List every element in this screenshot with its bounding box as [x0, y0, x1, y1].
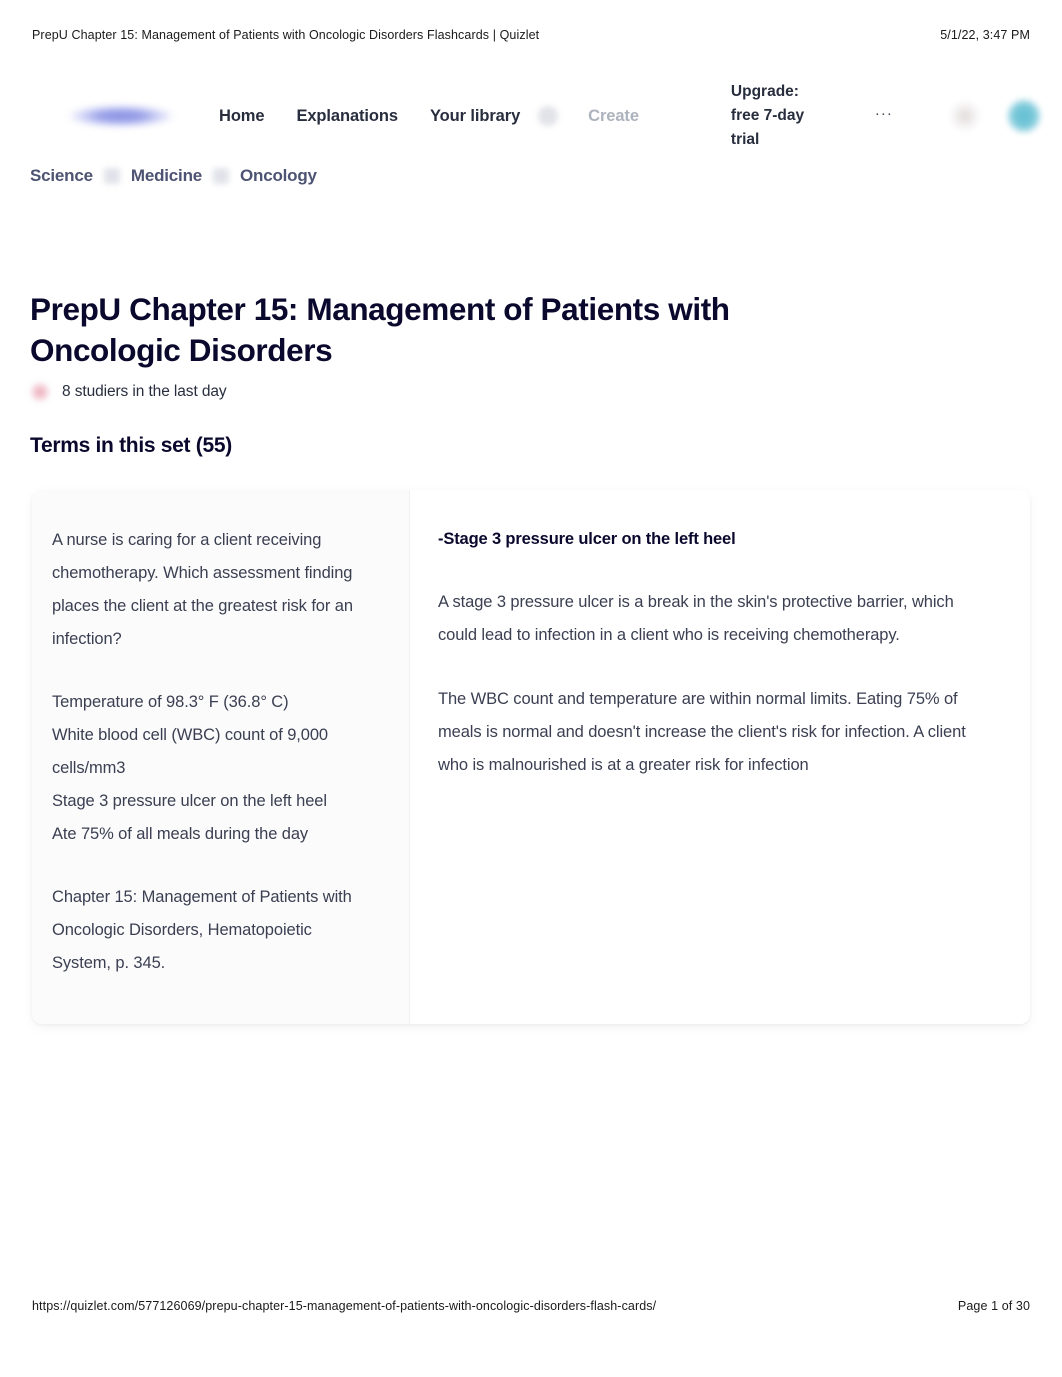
print-footer-url: https://quizlet.com/577126069/prepu-chap… — [32, 1299, 657, 1313]
nav-item-explanations[interactable]: Explanations — [280, 107, 414, 126]
print-header: PrepU Chapter 15: Management of Patients… — [32, 28, 1030, 42]
chevron-down-icon[interactable] — [538, 106, 559, 126]
upgrade-button[interactable]: Upgrade: free 7-day trial — [731, 80, 813, 153]
breadcrumb-item-science[interactable]: Science — [30, 166, 93, 186]
flashcard-definition-side[interactable]: -Stage 3 pressure ulcer on the left heel… — [410, 490, 1030, 1024]
avatar[interactable] — [1006, 99, 1041, 133]
page-title: PrepU Chapter 15: Management of Patients… — [30, 291, 730, 369]
studiers-info: 8 studiers in the last day — [30, 382, 227, 402]
breadcrumb-item-oncology[interactable]: Oncology — [240, 166, 317, 186]
breadcrumb-separator-icon — [213, 168, 230, 184]
definition-distractor-explanation: The WBC count and temperature are within… — [438, 690, 966, 775]
studiers-label: 8 studiers in the last day — [62, 383, 227, 400]
breadcrumb-item-medicine[interactable]: Medicine — [131, 166, 202, 186]
print-footer-page: Page 1 of 30 — [957, 1299, 1030, 1313]
term-options: Temperature of 98.3° F (36.8° C) White b… — [52, 693, 329, 843]
nav-item-create[interactable]: Create — [572, 107, 655, 126]
breadcrumb: Science Medicine Oncology — [30, 166, 317, 186]
flashcard-row[interactable]: A nurse is caring for a client receiving… — [32, 490, 1030, 1024]
term-reference: Chapter 15: Management of Patients with … — [52, 888, 352, 972]
nav-item-your-library[interactable]: Your library — [414, 107, 536, 126]
studiers-icon — [30, 382, 50, 402]
definition-answer-title: -Stage 3 pressure ulcer on the left heel — [438, 530, 736, 548]
top-navigation-bar: Home Explanations Your library Create Up… — [32, 78, 1062, 154]
print-header-timestamp: 5/1/22, 3:47 PM — [940, 28, 1030, 42]
notifications-icon[interactable] — [949, 101, 980, 131]
print-footer: https://quizlet.com/577126069/prepu-chap… — [32, 1299, 1030, 1313]
term-question: A nurse is caring for a client receiving… — [52, 531, 353, 648]
print-header-title: PrepU Chapter 15: Management of Patients… — [32, 28, 540, 42]
more-options-icon[interactable]: ··· — [875, 106, 893, 126]
terms-heading: Terms in this set (55) — [30, 434, 232, 457]
nav-right-actions: ··· — [875, 99, 1041, 133]
flashcard-term-side[interactable]: A nurse is caring for a client receiving… — [32, 490, 410, 1024]
breadcrumb-separator-icon — [103, 168, 120, 184]
quizlet-logo[interactable] — [57, 99, 185, 133]
definition-rationale: A stage 3 pressure ulcer is a break in t… — [438, 593, 954, 645]
nav-links: Home Explanations Your library Create — [203, 106, 655, 126]
nav-item-home[interactable]: Home — [203, 107, 280, 126]
